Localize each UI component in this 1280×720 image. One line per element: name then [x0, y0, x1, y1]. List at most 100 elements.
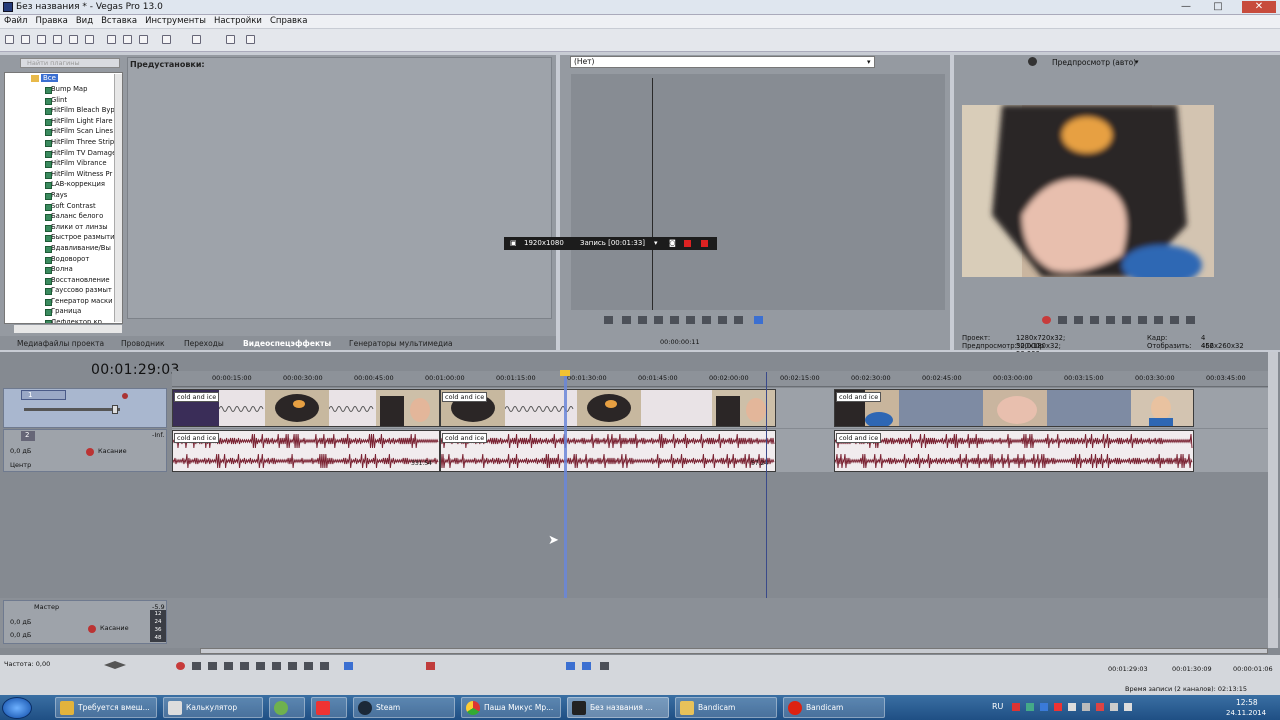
volume-icon[interactable]	[1124, 703, 1132, 711]
tray-icon[interactable]	[1026, 703, 1034, 711]
stop-record-icon[interactable]	[701, 240, 708, 247]
plugin-item[interactable]: Glint	[5, 95, 122, 106]
play-icon-2[interactable]	[224, 662, 233, 670]
menu-view[interactable]: Вид	[72, 15, 97, 27]
menu-insert[interactable]: Вставка	[97, 15, 141, 27]
delete-icon[interactable]	[426, 662, 435, 670]
trimmer-canvas[interactable]	[571, 74, 945, 310]
save-icon[interactable]	[37, 35, 46, 44]
fx-icon[interactable]	[122, 393, 128, 399]
plugin-item[interactable]: Быстрое размытие	[5, 232, 122, 243]
pause-icon[interactable]	[654, 316, 663, 324]
plugin-item[interactable]: Граница	[5, 306, 122, 317]
chevron-down-icon[interactable]: ▾	[654, 237, 658, 250]
taskbar-item-vegas[interactable]: Без названия ...	[567, 697, 669, 718]
go-end-icon[interactable]	[702, 316, 711, 324]
tab-media-generators[interactable]: Генераторы мультимедиа	[349, 339, 453, 348]
plugin-search-input[interactable]: Найти плагины	[20, 58, 120, 68]
tab-transitions[interactable]: Переходы	[184, 339, 224, 348]
loop-icon[interactable]	[604, 316, 613, 324]
prev-frame-icon[interactable]	[1170, 316, 1179, 324]
tray-icon[interactable]	[1040, 703, 1048, 711]
ripple-edit-icon[interactable]	[600, 662, 609, 670]
video-clip-1[interactable]: cold and ice	[172, 389, 440, 427]
audio-clip-1[interactable]: cold and ice 331.54	[172, 430, 440, 472]
chevron-down-icon[interactable]: ▾	[867, 58, 871, 66]
new-icon[interactable]	[5, 35, 14, 44]
start-button[interactable]	[2, 697, 32, 719]
plugin-item[interactable]: HitFilm Bleach Byp	[5, 105, 122, 116]
pause-icon[interactable]	[1106, 316, 1115, 324]
redo-icon[interactable]	[192, 35, 201, 44]
taskbar-item-bandicam[interactable]: Bandicam	[783, 697, 885, 718]
tray-icon[interactable]	[1068, 703, 1076, 711]
tray-icon[interactable]	[1054, 703, 1062, 711]
pause-record-icon[interactable]	[684, 240, 691, 247]
selection-icon[interactable]	[754, 316, 763, 324]
save-as-icon[interactable]	[53, 35, 62, 44]
playhead-marker[interactable]	[560, 370, 570, 376]
stop-icon[interactable]	[256, 662, 265, 670]
prev-frame-icon[interactable]	[304, 662, 313, 670]
plugin-tree[interactable]: Все Bump Map Glint HitFilm Bleach Byp HitFi…	[4, 72, 123, 324]
loop-icon[interactable]	[1058, 316, 1067, 324]
tree-horizontal-scrollbar[interactable]	[14, 325, 122, 333]
taskbar-item-bandicam-folder[interactable]: Bandicam	[675, 697, 777, 718]
undo-icon[interactable]	[162, 35, 171, 44]
go-end-icon[interactable]	[288, 662, 297, 670]
cut-icon[interactable]	[107, 35, 116, 44]
next-frame-icon[interactable]	[320, 662, 329, 670]
audio-clip-2[interactable]: cold and ice 57.24	[440, 430, 776, 472]
audio-automation-mode[interactable]: Касание	[98, 447, 127, 455]
plugin-item[interactable]: Волна	[5, 264, 122, 275]
audio-clip-3[interactable]: cold and ice	[834, 430, 1194, 472]
plugin-item[interactable]: Дефлектор кр	[5, 317, 122, 323]
taskbar-item-yandex[interactable]	[311, 697, 347, 718]
tray-icon[interactable]	[1012, 703, 1020, 711]
plugin-item[interactable]: HitFilm TV Damage	[5, 148, 122, 159]
plugin-item[interactable]: Bump Map	[5, 84, 122, 95]
plugin-item[interactable]: Баланс белого	[5, 211, 122, 222]
tool-icon[interactable]	[226, 35, 235, 44]
video-clip-3[interactable]: cold and ice	[834, 389, 1194, 427]
go-start-icon[interactable]	[1138, 316, 1147, 324]
menu-help[interactable]: Справка	[266, 15, 311, 27]
record-icon[interactable]	[1042, 316, 1051, 324]
menu-edit[interactable]: Правка	[31, 15, 71, 27]
trimmer-media-select[interactable]: (Нет)	[570, 56, 875, 68]
tab-explorer[interactable]: Проводник	[121, 339, 165, 348]
master-automation-mode[interactable]: Касание	[100, 624, 129, 632]
play-icon-2[interactable]	[1090, 316, 1099, 324]
normal-edit-tool-icon[interactable]	[344, 662, 353, 670]
open-icon[interactable]	[21, 35, 30, 44]
timeline-horizontal-scrollbar[interactable]	[200, 648, 1268, 654]
tab-video-fx[interactable]: Видеоспецэффекты	[243, 339, 331, 348]
tree-vertical-scrollbar[interactable]	[114, 74, 122, 322]
preview-quality-select[interactable]: Предпросмотр (авто)	[1052, 58, 1136, 67]
tray-icon[interactable]	[1082, 703, 1090, 711]
video-track-header[interactable]: 1	[3, 388, 167, 428]
menu-file[interactable]: Файл	[0, 15, 31, 27]
stop-icon[interactable]	[670, 316, 679, 324]
loop-icon[interactable]	[192, 662, 201, 670]
plugin-item[interactable]: LAB-коррекция	[5, 179, 122, 190]
taskbar-item-calculator[interactable]: Калькулятор	[163, 697, 263, 718]
taskbar-item-map[interactable]	[269, 697, 305, 718]
plugin-item[interactable]: HitFilm Three Strip	[5, 137, 122, 148]
master-track-header[interactable]: Мастер -5.9 0,0 дБ 0,0 дБ Касание	[3, 600, 167, 644]
taskbar-item-chrome[interactable]: Паша Микус Мр...	[461, 697, 561, 718]
plugin-item[interactable]: Блики от линзы	[5, 222, 122, 233]
pause-icon[interactable]	[240, 662, 249, 670]
menu-tools[interactable]: Инструменты	[141, 15, 210, 27]
network-icon[interactable]	[1110, 703, 1118, 711]
plugin-item[interactable]: Восстановление	[5, 275, 122, 286]
prev-frame-icon[interactable]	[718, 316, 727, 324]
plugin-item[interactable]: Soft Contrast	[5, 201, 122, 212]
plugin-item[interactable]: Вдавливание/Вы	[5, 243, 122, 254]
auto-crossfade-icon[interactable]	[582, 662, 591, 670]
taskbar-item-1[interactable]: Требуется вмеш...	[55, 697, 157, 718]
maximize-button[interactable]: □	[1207, 1, 1229, 13]
plugin-item[interactable]: HitFilm Light Flare	[5, 116, 122, 127]
play-icon-2[interactable]	[638, 316, 647, 324]
play-icon[interactable]	[1074, 316, 1083, 324]
